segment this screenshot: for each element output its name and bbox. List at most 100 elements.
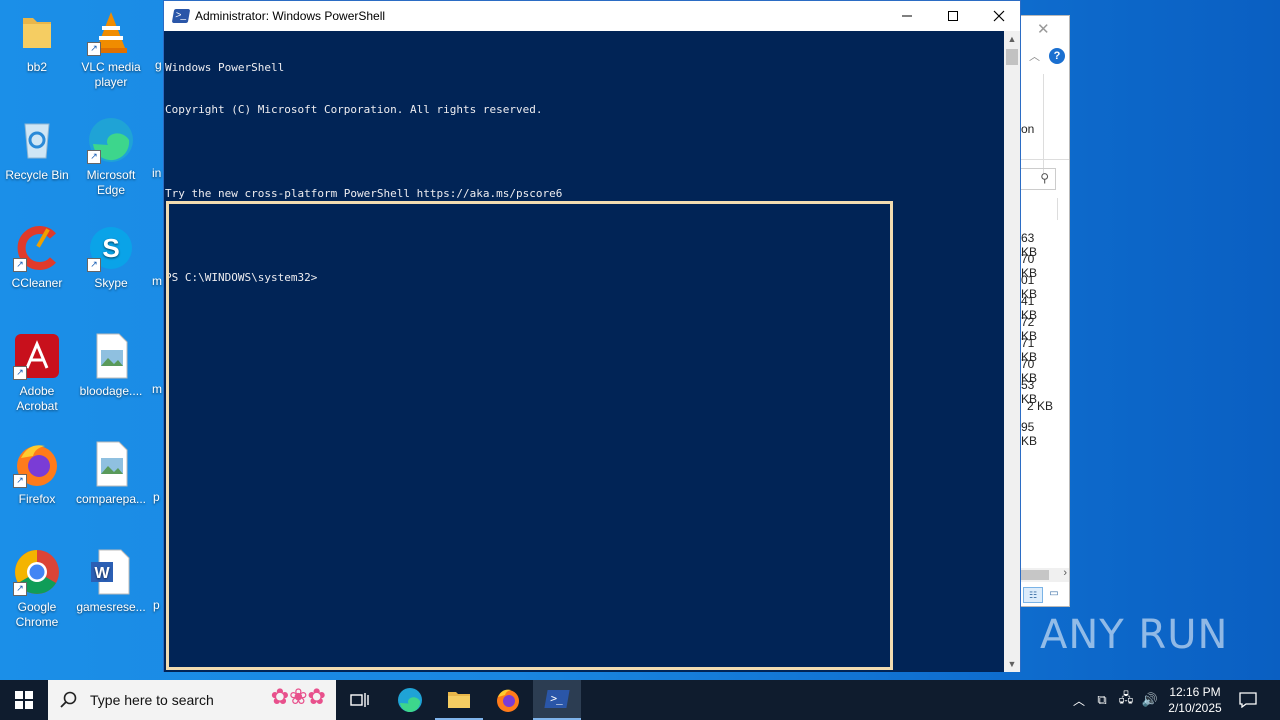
file-explorer-window[interactable]: ✕ ︿ ? on ⚲ 63 KB 70 KB 01 KB 41 KB 72 KB… — [1020, 15, 1070, 607]
desktop-icon-label: gamesrese... — [76, 600, 146, 614]
taskbar-powershell[interactable]: >_ — [533, 680, 581, 720]
edge-icon: ↗ — [87, 116, 135, 164]
minimize-button[interactable] — [884, 1, 930, 31]
notification-icon — [1239, 692, 1257, 708]
edge-icon — [398, 688, 422, 713]
chevron-up-icon[interactable]: ︿ — [1029, 48, 1040, 64]
desktop-icon-skype[interactable]: S ↗ Skype — [74, 224, 148, 291]
column-divider — [1057, 198, 1058, 220]
shortcut-arrow-icon: ↗ — [13, 474, 27, 488]
desktop-icon-gamesrese[interactable]: W gamesrese... — [74, 548, 148, 615]
task-view-icon — [350, 693, 369, 707]
taskbar-firefox[interactable] — [484, 680, 532, 720]
clock-time: 12:16 PM — [1169, 685, 1221, 699]
ccleaner-icon: ↗ — [13, 224, 61, 272]
firefox-icon: ↗ — [13, 440, 61, 488]
svg-text:W: W — [94, 565, 110, 582]
window-title: Administrator: Windows PowerShell — [195, 9, 386, 23]
shortcut-arrow-icon: ↗ — [13, 258, 27, 272]
clipped-desktop-label: p — [153, 598, 160, 612]
search-box[interactable]: ⚲ — [1021, 168, 1056, 190]
desktop-icon-acrobat[interactable]: ↗ Adobe Acrobat — [0, 332, 74, 414]
notification-center-button[interactable] — [1232, 680, 1264, 720]
file-size-cell: 95 KB — [1021, 420, 1038, 448]
acrobat-icon: ↗ — [13, 332, 61, 380]
close-icon — [993, 10, 1005, 22]
desktop-icon-label: Skype — [94, 276, 128, 290]
shortcut-arrow-icon: ↗ — [87, 258, 101, 272]
powershell-window[interactable]: >_ Administrator: Windows PowerShell Win… — [163, 0, 1021, 672]
image-file-icon — [87, 332, 135, 380]
flowers-search-highlight-icon: ✿❀✿ — [270, 684, 326, 709]
large-icons-view-icon[interactable]: ▭ — [1045, 587, 1063, 601]
network-icon[interactable]: 🖧 — [1114, 689, 1138, 711]
search-icon — [60, 691, 77, 708]
desktop-icon-ccleaner[interactable]: ↗ CCleaner — [0, 224, 74, 291]
desktop-icon-chrome[interactable]: ↗ Google Chrome — [0, 548, 74, 630]
network-adapter-icon[interactable]: ⧉ — [1090, 692, 1114, 708]
taskbar: Type here to search ✿❀✿ >_ ︿ ⧉ 🖧 🔊 12:16… — [0, 680, 1280, 720]
title-bar[interactable]: >_ Administrator: Windows PowerShell — [164, 1, 1020, 31]
image-file-icon — [87, 440, 135, 488]
taskbar-file-explorer[interactable] — [435, 680, 483, 720]
close-icon[interactable]: ✕ — [1037, 20, 1050, 38]
desktop-icon-label: CCleaner — [11, 276, 63, 290]
chevron-right-icon[interactable]: › — [1063, 567, 1067, 579]
show-hidden-icons-chevron-icon[interactable]: ︿ — [1068, 692, 1090, 709]
taskbar-edge[interactable] — [386, 680, 434, 720]
desktop-icon-edge[interactable]: ↗ Microsoft Edge — [74, 116, 148, 198]
selection-rectangle — [166, 201, 893, 670]
close-button[interactable] — [976, 1, 1022, 31]
desktop-icon-firefox[interactable]: ↗ Firefox — [0, 440, 74, 507]
scroll-up-icon[interactable]: ▲ — [1004, 31, 1020, 47]
shortcut-arrow-icon: ↗ — [13, 366, 27, 380]
desktop-icon-recycle-bin[interactable]: Recycle Bin — [0, 116, 74, 183]
desktop-icon-label: VLC media player — [81, 60, 141, 89]
scrollbar-thumb[interactable] — [1021, 570, 1049, 580]
desktop-icon-vlc[interactable]: ↗ VLC media player — [74, 8, 148, 90]
svg-text:S: S — [102, 233, 119, 263]
minimize-icon — [902, 15, 912, 17]
firefox-icon — [497, 689, 519, 712]
powershell-icon: >_ — [544, 690, 570, 708]
powershell-icon: >_ — [171, 9, 191, 23]
ribbon-partial-label: on — [1021, 122, 1035, 136]
desktop-icon-label: comparepa... — [75, 492, 147, 506]
console-output[interactable]: Windows PowerShell Copyright (C) Microso… — [164, 31, 1005, 672]
chrome-icon: ↗ — [13, 548, 61, 596]
anyrun-watermark: ANY RUN — [1040, 612, 1229, 658]
folder-icon — [13, 8, 61, 56]
vertical-scrollbar[interactable]: ▲ ▼ — [1004, 31, 1020, 672]
taskbar-clock[interactable]: 12:16 PM 2/10/2025 — [1162, 684, 1228, 716]
task-view-button[interactable] — [336, 680, 384, 720]
maximize-button[interactable] — [930, 1, 976, 31]
maximize-icon — [948, 11, 958, 21]
scrollbar-thumb[interactable] — [1006, 49, 1018, 65]
volume-icon[interactable]: 🔊 — [1138, 692, 1162, 708]
desktop-icon-label: Microsoft Edge — [86, 168, 136, 197]
start-button[interactable] — [0, 680, 48, 720]
skype-icon: S ↗ — [87, 224, 135, 272]
help-icon[interactable]: ? — [1049, 48, 1065, 64]
desktop-icon-comparepa[interactable]: comparepa... — [74, 440, 148, 507]
clipped-desktop-label: m — [152, 382, 162, 396]
clipped-desktop-label: m — [152, 274, 162, 288]
clipped-desktop-label: p — [153, 490, 160, 504]
desktop-icon-label: Recycle Bin — [5, 168, 69, 182]
shortcut-arrow-icon: ↗ — [87, 42, 101, 56]
scroll-down-icon[interactable]: ▼ — [1004, 656, 1020, 672]
horizontal-scrollbar[interactable]: › — [1021, 567, 1069, 582]
taskbar-search[interactable]: Type here to search ✿❀✿ — [48, 680, 336, 720]
desktop-icon-bloodage[interactable]: bloodage.... — [74, 332, 148, 399]
clock-date: 2/10/2025 — [1168, 701, 1222, 715]
search-placeholder: Type here to search — [90, 692, 214, 708]
clipped-desktop-label: g — [155, 58, 162, 72]
desktop-icon-label: Adobe Acrobat — [16, 384, 58, 413]
file-size-cell: 2 KB — [1026, 399, 1053, 413]
console-line: Windows PowerShell — [165, 61, 285, 74]
desktop-icon-bb2[interactable]: bb2 — [0, 8, 74, 75]
desktop-icon-label: Firefox — [18, 492, 56, 506]
shortcut-arrow-icon: ↗ — [87, 150, 101, 164]
details-view-icon[interactable]: ☷ — [1023, 587, 1043, 603]
desktop-icon-label: bloodage.... — [79, 384, 143, 398]
